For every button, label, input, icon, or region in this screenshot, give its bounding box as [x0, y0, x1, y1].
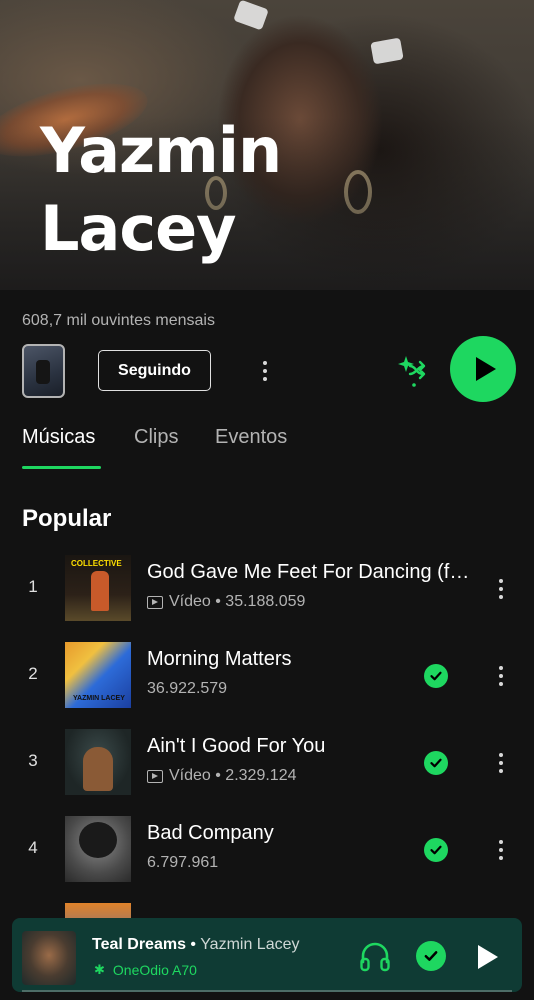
artist-name-line2: Lacey	[40, 192, 237, 265]
track-cover	[65, 555, 131, 621]
bluetooth-icon: ✱	[94, 962, 105, 977]
tab-clips[interactable]: Clips	[134, 426, 178, 449]
saved-check-icon[interactable]	[424, 838, 448, 862]
track-plays: Vídeo • 35.188.059	[169, 593, 306, 610]
play-icon[interactable]	[478, 945, 498, 969]
track-title: Bad Company	[147, 822, 274, 844]
track-row[interactable]: 3 Ain't I Good For You Vídeo • 2.329.124	[0, 729, 534, 799]
track-cover	[65, 729, 131, 795]
content-tabs: Músicas Clips Eventos	[0, 422, 534, 472]
artist-pick-thumbnail[interactable]	[22, 344, 65, 398]
saved-check-icon[interactable]	[424, 751, 448, 775]
tab-eventos[interactable]: Eventos	[215, 426, 287, 449]
follow-button[interactable]: Seguindo	[98, 350, 211, 391]
track-number: 1	[28, 577, 38, 596]
track-number: 3	[28, 751, 38, 770]
track-title: Ain't I Good For You	[147, 735, 326, 757]
track-meta: Vídeo • 35.188.059	[147, 593, 305, 611]
connected-device[interactable]: ✱ OneOdio A70	[94, 962, 197, 978]
now-playing-cover	[22, 931, 76, 985]
headphones-icon[interactable]	[358, 940, 392, 972]
track-more-icon[interactable]	[489, 747, 513, 779]
saved-check-icon[interactable]	[416, 941, 446, 971]
now-playing-title-line: Teal Dreams • Yazmin Lacey	[92, 936, 300, 954]
artist-name: Yazmin Lacey	[40, 112, 360, 268]
track-number: 4	[28, 838, 38, 857]
section-title-popular: Popular	[22, 505, 112, 532]
track-meta: 36.922.579	[147, 680, 227, 698]
device-name: OneOdio A70	[112, 962, 197, 978]
more-options-icon[interactable]	[253, 354, 277, 388]
track-title: God Gave Me Feet For Dancing (feat. Yazm…	[147, 561, 472, 583]
track-plays: 36.922.579	[147, 680, 228, 697]
play-button[interactable]	[450, 336, 516, 402]
track-meta: Vídeo • 2.329.124	[147, 767, 296, 785]
active-tab-indicator	[22, 466, 101, 469]
now-playing-artist: Yazmin Lacey	[200, 936, 300, 953]
track-cover	[65, 816, 131, 882]
track-number: 2	[28, 664, 38, 683]
tab-musicas[interactable]: Músicas	[22, 426, 95, 449]
track-plays: 6.797.961	[147, 854, 219, 871]
track-cover	[65, 642, 131, 708]
track-title: Morning Matters	[147, 648, 292, 670]
track-meta: 6.797.961	[147, 854, 218, 872]
track-row[interactable]: 2 Morning Matters 36.922.579	[0, 642, 534, 712]
play-icon	[475, 357, 496, 381]
track-more-icon[interactable]	[489, 660, 513, 692]
monthly-listeners: 608,7 mil ouvintes mensais	[22, 312, 215, 329]
now-playing-title: Teal Dreams	[92, 936, 186, 953]
track-more-icon[interactable]	[489, 573, 513, 605]
track-plays: Vídeo • 2.329.124	[169, 767, 297, 784]
saved-check-icon[interactable]	[424, 664, 448, 688]
playback-progress-bar[interactable]	[22, 990, 512, 992]
track-row[interactable]: 1 God Gave Me Feet For Dancing (feat. Ya…	[0, 555, 534, 625]
track-row[interactable]: 4 Bad Company 6.797.961	[0, 816, 534, 886]
smart-shuffle-icon[interactable]	[396, 352, 432, 388]
now-playing-separator: •	[185, 936, 201, 953]
video-icon	[147, 595, 163, 609]
now-playing-bar[interactable]: Teal Dreams • Yazmin Lacey ✱ OneOdio A70	[12, 918, 522, 992]
track-more-icon[interactable]	[489, 834, 513, 866]
artist-name-line1: Yazmin	[40, 114, 282, 187]
video-icon	[147, 769, 163, 783]
